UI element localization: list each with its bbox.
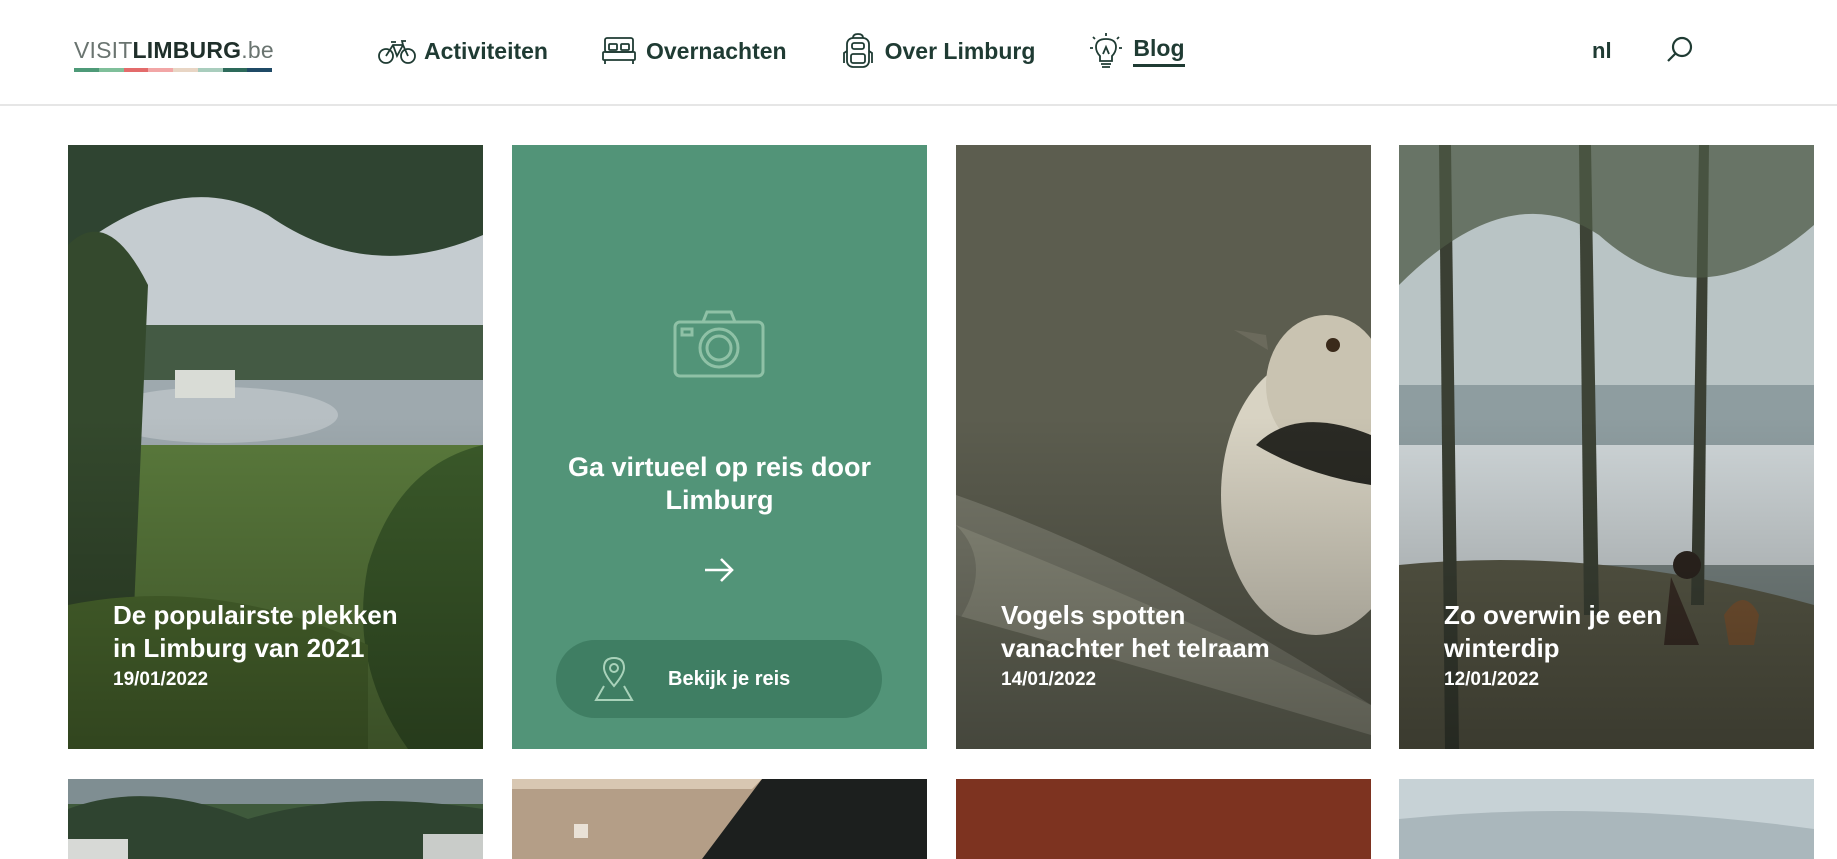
card-date: 12/01/2022 bbox=[1444, 669, 1540, 690]
blog-card-row2-3[interactable] bbox=[956, 779, 1371, 859]
nav-item-activiteiten[interactable]: Activiteiten bbox=[378, 30, 548, 72]
blog-card-row2-1[interactable] bbox=[68, 779, 483, 859]
site-header: VISITLIMBURG.be Activiteiten Overnachten… bbox=[0, 0, 1837, 106]
promo-title: Ga virtueel op reis door Limburg bbox=[567, 452, 872, 515]
card-date: 19/01/2022 bbox=[113, 669, 209, 690]
view-trip-button[interactable]: Bekijk je reis bbox=[556, 640, 882, 718]
card-image bbox=[68, 779, 483, 859]
bed-icon bbox=[600, 32, 638, 70]
blog-card-row2-2[interactable] bbox=[512, 779, 927, 859]
visitlimburg-logo[interactable]: VISITLIMBURG.be bbox=[74, 38, 274, 74]
bicycle-icon bbox=[378, 32, 416, 70]
backpack-icon bbox=[839, 32, 877, 70]
camera-icon bbox=[673, 310, 765, 378]
nav-item-over-limburg[interactable]: Over Limburg bbox=[839, 30, 1035, 72]
lightbulb-icon bbox=[1087, 32, 1125, 70]
arrow-right-icon[interactable] bbox=[702, 555, 736, 585]
card-title: Vogels spotten vanachter het telraam bbox=[1001, 600, 1270, 663]
promo-card-virtual-trip[interactable]: Ga virtueel op reis door Limburg Bekijk … bbox=[512, 145, 927, 749]
card-image bbox=[512, 779, 927, 859]
nav-item-overnachten[interactable]: Overnachten bbox=[600, 30, 787, 72]
card-title: Zo overwin je een winterdip bbox=[1444, 600, 1663, 663]
main-nav: Activiteiten Overnachten Over Limburg Bl… bbox=[378, 30, 1237, 72]
language-switcher[interactable]: nl bbox=[1592, 38, 1612, 64]
blog-card-winterdip[interactable]: Zo overwin je een winterdip 12/01/2022 bbox=[1399, 145, 1814, 749]
blog-card-bird-spotting[interactable]: Vogels spotten vanachter het telraam 14/… bbox=[956, 145, 1371, 749]
map-pin-icon bbox=[594, 656, 634, 701]
nav-item-blog[interactable]: Blog bbox=[1087, 30, 1185, 72]
logo-color-stripe bbox=[74, 68, 272, 72]
card-image bbox=[1399, 779, 1814, 859]
card-image bbox=[956, 779, 1371, 859]
card-date: 14/01/2022 bbox=[1001, 669, 1097, 690]
blog-card-popular-places[interactable]: De populairste plekken in Limburg van 20… bbox=[68, 145, 483, 749]
search-icon[interactable] bbox=[1664, 34, 1698, 68]
blog-card-row2-4[interactable] bbox=[1399, 779, 1814, 859]
card-title: De populairste plekken in Limburg van 20… bbox=[113, 600, 398, 663]
